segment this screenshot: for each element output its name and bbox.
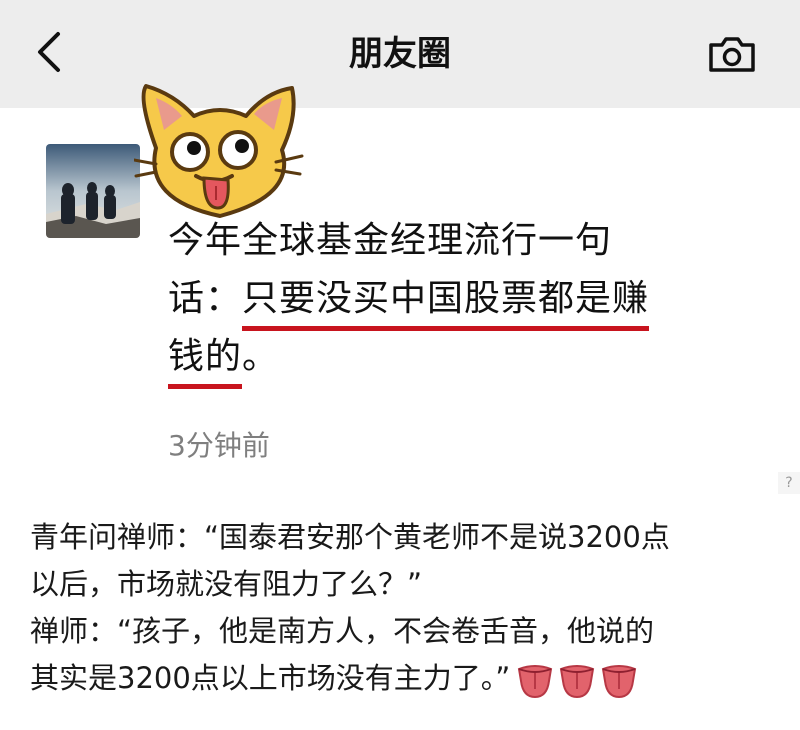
tongue-emoji-icon: [518, 665, 553, 699]
tongue-emoji-icon: [602, 665, 637, 699]
highlighted-phrase-end: 钱的: [168, 334, 243, 389]
post-line-2: 话：只要没买中国股票都是赚: [168, 270, 768, 331]
joke-line-3: 禅师：“孩子，他是南方人，不会卷舌音，他说的: [30, 614, 655, 648]
post-timestamp: 3分钟前: [168, 429, 270, 462]
post-text-prefix: 话：: [168, 278, 243, 319]
post-line-3: 钱的。: [168, 328, 768, 389]
emoji-group: [516, 661, 638, 699]
joke-line-4: 其实是3200点以上市场没有主力了。”: [30, 655, 790, 702]
joke-line-4-text: 其实是3200点以上市场没有主力了。”: [30, 661, 511, 695]
joke-line-1: 青年问禅师：“国泰君安那个黄老师不是说3200点: [30, 520, 670, 554]
avatar-image: [46, 144, 140, 238]
corner-mark: ?: [778, 472, 800, 494]
back-button[interactable]: [24, 22, 74, 82]
cat-tongue-sticker: [132, 76, 304, 226]
camera-button[interactable]: [700, 28, 764, 80]
post-content: 今年全球基金经理流行一句 话：只要没买中国股票都是赚 钱的。: [168, 212, 768, 389]
camera-icon: [709, 37, 755, 72]
post-line-1: 今年全球基金经理流行一句: [168, 212, 768, 270]
page-title: 朋友圈: [349, 34, 451, 74]
tongue-emoji-icon: [560, 665, 595, 699]
chevron-left-icon: [38, 32, 60, 72]
avatar[interactable]: [46, 144, 140, 238]
joke-line-2: 以后，市场就没有阻力了么？”: [30, 567, 423, 601]
post-text-line1: 今年全球基金经理流行一句: [168, 220, 613, 261]
joke-caption: 青年问禅师：“国泰君安那个黄老师不是说3200点 以后，市场就没有阻力了么？” …: [30, 514, 790, 702]
post-text-suffix: 。: [242, 336, 280, 377]
highlighted-phrase: 只要没买中国股票都是赚: [242, 276, 650, 331]
navigation-bar: 朋友圈: [0, 0, 800, 108]
